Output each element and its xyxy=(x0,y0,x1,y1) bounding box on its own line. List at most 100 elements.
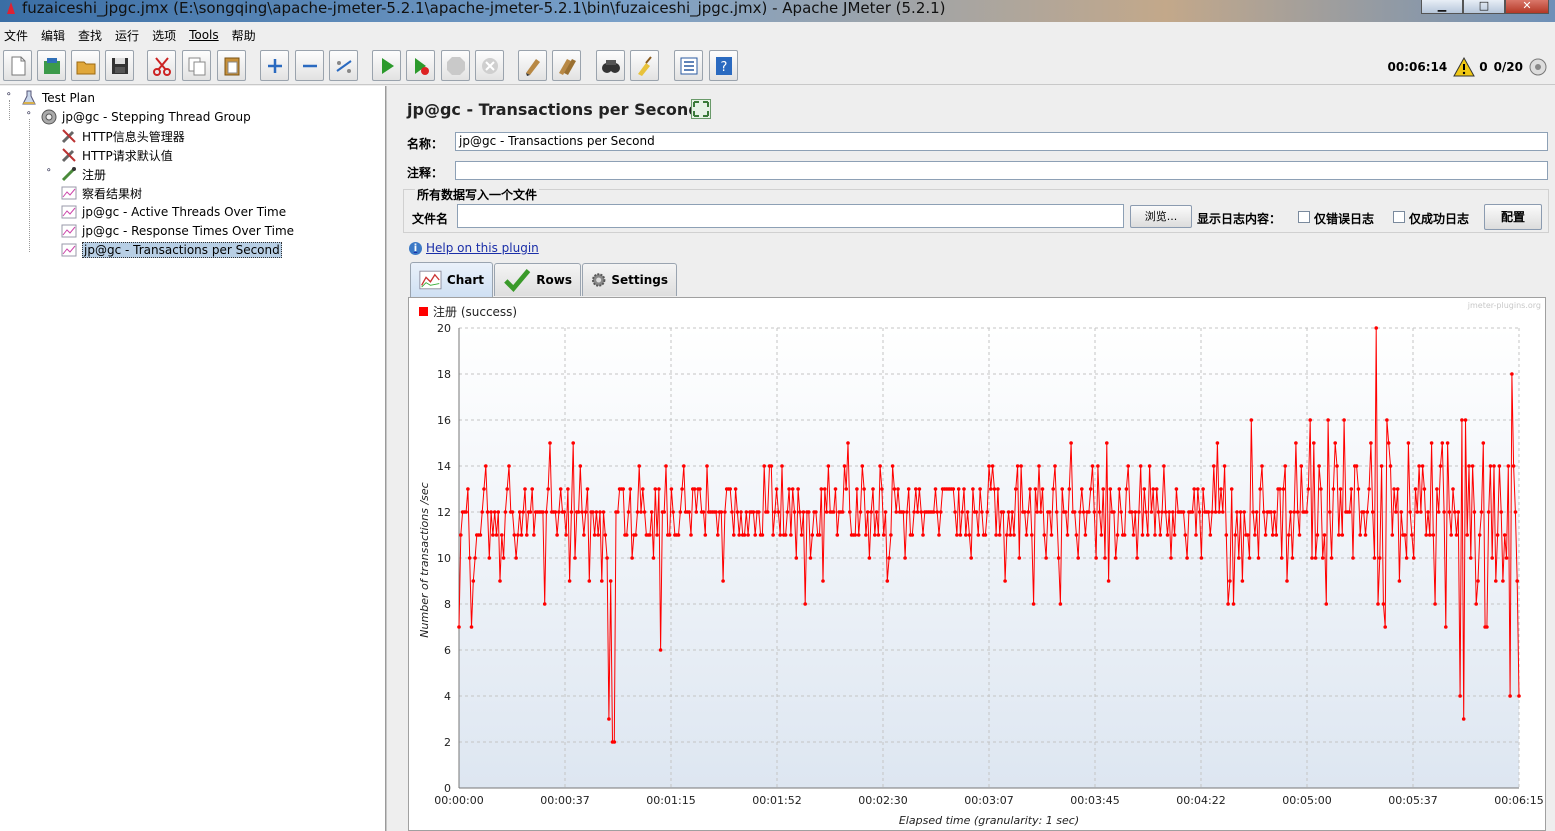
split-pane-divider[interactable] xyxy=(386,86,392,831)
test-plan-tree[interactable]: ⚬ ⚬ ⚬ Test Plan jp@gc - Stepping Thread … xyxy=(0,86,386,831)
configure-button[interactable]: 配置 xyxy=(1484,204,1542,230)
data-point xyxy=(1124,487,1129,491)
x-tick-label: 00:00:37 xyxy=(540,794,589,807)
tree-node-register-sampler[interactable]: 注册 xyxy=(60,165,106,183)
menu-file[interactable]: 文件 xyxy=(4,27,28,44)
shutdown-button[interactable] xyxy=(475,50,504,81)
data-point xyxy=(1408,510,1412,514)
menu-search[interactable]: 查找 xyxy=(78,27,102,44)
success-only-checkbox[interactable] xyxy=(1393,211,1405,223)
data-point xyxy=(956,487,961,491)
panel-title: jp@gc - Transactions per Second xyxy=(407,100,700,119)
data-point xyxy=(894,510,898,514)
tree-node-thread-group[interactable]: jp@gc - Stepping Thread Group xyxy=(40,108,251,126)
data-point xyxy=(883,510,888,514)
tree-node-http-request-defaults[interactable]: HTTP请求默认值 xyxy=(60,146,173,164)
data-point xyxy=(662,510,666,514)
data-point xyxy=(1313,556,1318,560)
collapse-all-button[interactable] xyxy=(295,50,324,81)
minimize-button[interactable]: ▁ xyxy=(1421,0,1463,14)
tree-node-transactions-per-second[interactable]: jp@gc - Transactions per Second xyxy=(60,241,282,259)
open-button[interactable] xyxy=(71,50,100,81)
tree-expander-icon[interactable]: ⚬ xyxy=(5,91,14,101)
function-helper-button[interactable] xyxy=(674,50,703,81)
tab-rows[interactable]: Rows xyxy=(494,263,581,296)
menu-help[interactable]: 帮助 xyxy=(232,27,256,44)
data-point xyxy=(1031,602,1036,606)
data-point xyxy=(1156,510,1161,514)
data-point xyxy=(1090,464,1095,468)
tps-line-chart: 0246810121416182000:00:00 00:00:37 00:01:1… xyxy=(418,301,1544,827)
data-point xyxy=(1035,510,1039,514)
toggle-button[interactable] xyxy=(329,50,358,81)
listener-chart-icon xyxy=(60,203,78,221)
data-point xyxy=(1486,510,1491,514)
data-point xyxy=(785,510,790,514)
close-button[interactable]: ✕ xyxy=(1505,0,1549,14)
data-point xyxy=(459,533,463,537)
data-point xyxy=(1479,510,1484,514)
data-point xyxy=(885,579,890,583)
data-point xyxy=(757,510,761,514)
paste-button[interactable] xyxy=(217,50,246,81)
data-point xyxy=(823,487,827,491)
data-point xyxy=(489,510,493,514)
maximize-button[interactable]: □ xyxy=(1463,0,1505,14)
data-point xyxy=(1469,556,1473,560)
tree-expander-icon[interactable]: ⚬ xyxy=(45,167,54,177)
data-point xyxy=(583,510,588,514)
data-point xyxy=(1460,418,1464,422)
tab-settings[interactable]: Settings xyxy=(582,263,677,296)
templates-button[interactable] xyxy=(37,50,66,81)
warning-icon[interactable] xyxy=(1453,57,1476,77)
tree-node-test-plan[interactable]: Test Plan xyxy=(20,89,95,107)
maximize-panel-icon[interactable] xyxy=(691,99,711,119)
errors-only-checkbox[interactable] xyxy=(1298,211,1310,223)
clear-all-button[interactable] xyxy=(552,50,581,81)
cut-button[interactable] xyxy=(147,50,176,81)
copy-button[interactable] xyxy=(182,50,211,81)
data-point xyxy=(542,602,547,606)
tree-expander-icon[interactable]: ⚬ xyxy=(25,110,34,120)
menu-tools[interactable]: Tools xyxy=(189,28,219,42)
search-button[interactable] xyxy=(596,50,625,81)
data-point xyxy=(608,579,613,583)
data-point xyxy=(735,510,740,514)
data-point xyxy=(1453,510,1457,514)
name-field[interactable]: jp@gc - Transactions per Second xyxy=(455,132,1548,151)
tab-chart[interactable]: Chart xyxy=(410,262,493,297)
start-button[interactable] xyxy=(372,50,401,81)
help-icon: ? xyxy=(715,56,732,75)
menu-options[interactable]: 选项 xyxy=(152,27,176,44)
clear-button[interactable] xyxy=(518,50,547,81)
gear-icon xyxy=(591,273,606,287)
tree-node-view-results-tree[interactable]: 察看结果树 xyxy=(60,184,142,202)
expand-all-button[interactable] xyxy=(260,50,289,81)
y-tick-label: 10 xyxy=(437,552,451,565)
help-button[interactable]: ? xyxy=(709,50,738,81)
data-point xyxy=(1210,510,1214,514)
data-point xyxy=(1399,510,1403,514)
filename-field[interactable] xyxy=(457,204,1124,228)
tree-node-response-times[interactable]: jp@gc - Response Times Over Time xyxy=(60,222,294,240)
data-point xyxy=(639,510,643,514)
comment-field[interactable] xyxy=(455,161,1548,180)
chart-area[interactable]: 0 2 4 6 8 10 12 14 16 18 20 00:00:00 00:00:37 00:01:1… xyxy=(408,297,1546,831)
data-point xyxy=(667,533,672,537)
data-point xyxy=(1262,510,1266,514)
data-point xyxy=(799,533,804,537)
reset-search-button[interactable] xyxy=(630,50,659,81)
start-no-pauses-button[interactable] xyxy=(406,50,435,81)
menu-run[interactable]: 运行 xyxy=(115,27,139,44)
tree-node-active-threads[interactable]: jp@gc - Active Threads Over Time xyxy=(60,203,286,221)
window-title-bar[interactable]: fuzaiceshi_jpgc.jmx (E:\songqing\apache-… xyxy=(0,0,1555,22)
new-button[interactable] xyxy=(3,50,32,81)
stop-button[interactable] xyxy=(441,50,470,81)
tree-node-http-header-manager[interactable]: HTTP信息头管理器 xyxy=(60,127,185,145)
data-point xyxy=(582,533,586,537)
help-link[interactable]: i Help on this plugin xyxy=(409,241,539,255)
data-point xyxy=(1197,510,1202,514)
save-button[interactable] xyxy=(105,50,134,81)
menu-edit[interactable]: 编辑 xyxy=(41,27,65,44)
browse-button[interactable]: 浏览... xyxy=(1130,205,1192,228)
